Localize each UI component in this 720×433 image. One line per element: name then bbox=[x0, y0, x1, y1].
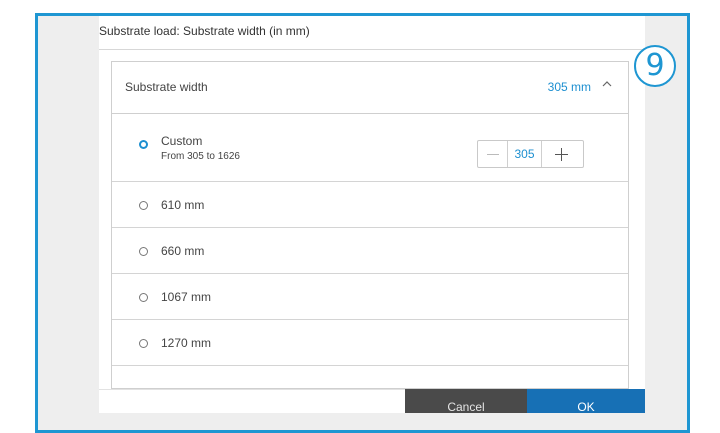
substrate-width-dialog: Substrate load: Substrate width (in mm) … bbox=[99, 16, 645, 414]
option-1270-label: 1270 mm bbox=[161, 336, 212, 350]
cancel-button[interactable]: Cancel bbox=[405, 389, 527, 414]
title-divider bbox=[99, 49, 645, 50]
radio-1270[interactable] bbox=[139, 339, 148, 348]
substrate-width-panel: Substrate width 305 mm Custom From 305 t… bbox=[111, 61, 629, 389]
width-stepper-value[interactable]: 305 bbox=[508, 141, 542, 167]
radio-660[interactable] bbox=[139, 247, 148, 256]
radio-610[interactable] bbox=[139, 201, 148, 210]
plus-icon[interactable] bbox=[541, 141, 583, 167]
option-660[interactable]: 660 mm bbox=[112, 228, 628, 274]
radio-custom[interactable] bbox=[139, 140, 148, 149]
substrate-width-header[interactable]: Substrate width 305 mm bbox=[112, 62, 628, 114]
substrate-width-value: 305 mm bbox=[547, 80, 591, 94]
dialog-title: Substrate load: Substrate width (in mm) bbox=[99, 24, 310, 38]
minus-icon[interactable] bbox=[478, 141, 508, 167]
option-1067-label: 1067 mm bbox=[161, 290, 212, 304]
option-660-label: 660 mm bbox=[161, 244, 205, 258]
radio-1067[interactable] bbox=[139, 293, 148, 302]
option-610[interactable]: 610 mm bbox=[112, 182, 628, 228]
step-number-badge: 9 bbox=[634, 45, 676, 87]
substrate-width-label: Substrate width bbox=[125, 80, 208, 94]
option-custom[interactable]: Custom From 305 to 1626 305 bbox=[112, 114, 628, 182]
option-1270[interactable]: 1270 mm bbox=[112, 320, 628, 366]
width-stepper[interactable]: 305 bbox=[477, 140, 584, 168]
option-1067[interactable]: 1067 mm bbox=[112, 274, 628, 320]
option-610-label: 610 mm bbox=[161, 198, 205, 212]
option-custom-range: From 305 to 1626 bbox=[161, 151, 240, 162]
ok-button[interactable]: OK bbox=[527, 389, 645, 414]
chevron-up-icon[interactable] bbox=[600, 77, 614, 91]
option-custom-label: Custom bbox=[161, 134, 203, 148]
